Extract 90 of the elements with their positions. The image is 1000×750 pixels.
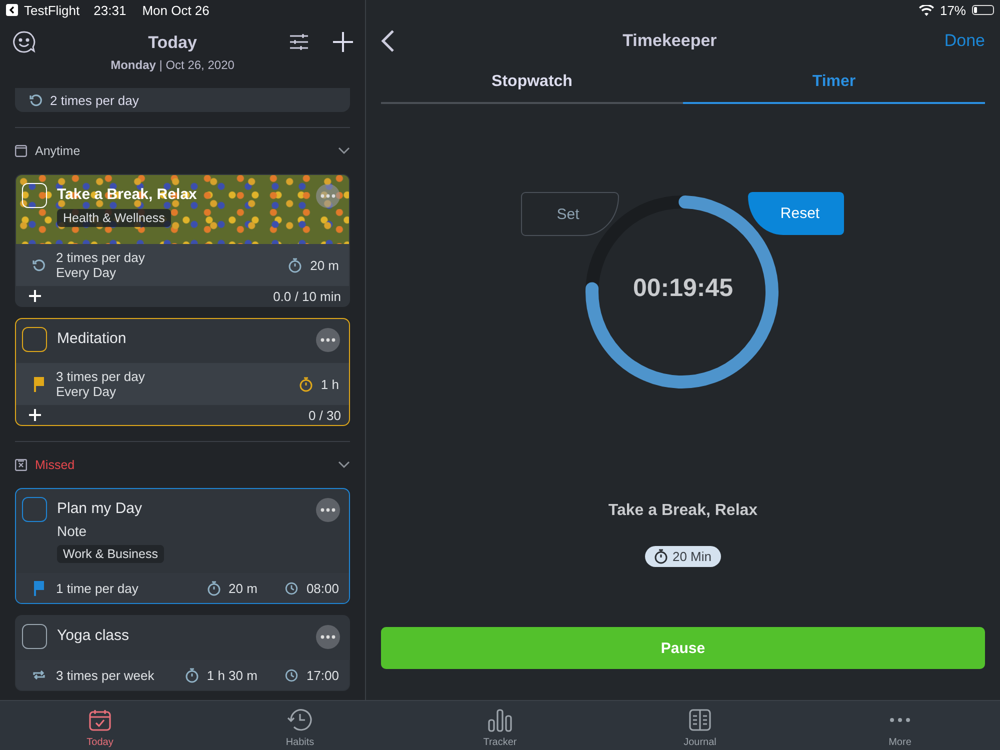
stopwatch-icon [288, 258, 302, 272]
habit-days: Every Day [56, 265, 280, 280]
habit-progress: 0.0 / 10 min [273, 288, 341, 304]
tab-bar-item[interactable]: Today [0, 701, 200, 750]
tab-label: More [888, 737, 912, 748]
more-options-icon[interactable] [315, 624, 341, 650]
pane-title: Today [148, 33, 197, 53]
repeat-icon [32, 258, 46, 272]
tab-label: Habits [286, 737, 314, 748]
clock-icon [285, 582, 298, 594]
stopwatch-icon [654, 549, 668, 564]
habit-checkbox[interactable] [22, 327, 47, 352]
habit-card[interactable]: Take a Break, Relax Health & Wellness 2 times per day Every Day 20 m 0.0 / 10 min [15, 174, 350, 307]
clock-icon [285, 668, 298, 682]
more-options-icon[interactable] [315, 327, 341, 353]
habit-checkbox[interactable] [22, 624, 47, 649]
habit-tag: Health & Wellness [57, 209, 171, 227]
stopwatch-icon [206, 580, 221, 596]
habit-card[interactable]: Meditation 3 times per day Every Day 1 h 0 / 30 [15, 318, 350, 426]
habit-name: Yoga class [57, 627, 129, 644]
plus-icon[interactable] [29, 290, 41, 302]
calendar-check-icon [88, 708, 112, 732]
more-options-icon[interactable] [315, 497, 341, 523]
stopwatch-icon [298, 376, 313, 392]
status-time: 23:31 [94, 2, 126, 18]
habit-frequency: 1 time per day [56, 580, 140, 596]
wifi-icon [918, 4, 934, 16]
tab-bar-item[interactable]: Journal [600, 701, 800, 750]
flag-icon [32, 580, 46, 596]
dialog-title: Timekeeper [622, 31, 718, 51]
habit-tag: Work & Business [57, 545, 164, 563]
flag-icon [32, 376, 46, 392]
mode-tab[interactable]: Timer [683, 62, 985, 104]
history-clock-icon [287, 707, 313, 733]
habit-duration: 20 m [310, 258, 339, 272]
habit-days: Every Day [56, 384, 291, 399]
habit-duration: 1 h 30 m [206, 668, 258, 682]
journal-icon [688, 708, 712, 732]
habit-name: Meditation [57, 330, 126, 347]
duration-label: 20 Min [672, 549, 712, 564]
habit-progress: 0 / 30 [308, 408, 341, 422]
status-date: Mon Oct 26 [142, 2, 210, 18]
habit-name: Plan my Day [57, 500, 142, 517]
habit-duration: 20 m [228, 580, 258, 596]
battery-percent: 17% [940, 2, 966, 18]
section-header[interactable]: Anytime [15, 128, 350, 174]
habit-frequency: 3 times per week [56, 668, 156, 682]
tab-label: Tracker [483, 737, 517, 748]
habit-duration: 1 h [320, 376, 339, 392]
bar-chart-icon [487, 708, 513, 732]
habit-card[interactable]: 2 times per day [15, 88, 350, 112]
stopwatch-icon [184, 668, 199, 682]
habit-frequency: 2 times per day [50, 92, 139, 108]
battery-icon [972, 5, 994, 15]
habit-time: 08:00 [306, 580, 339, 596]
loop-icon [32, 668, 46, 682]
habit-note: Note [57, 523, 87, 539]
more-options-icon[interactable] [315, 183, 341, 209]
tab-label: Journal [684, 737, 716, 748]
habit-checkbox[interactable] [22, 497, 47, 522]
task-name: Take a Break, Relax [607, 502, 759, 520]
done-link[interactable]: Done [944, 31, 985, 51]
habit-frequency: 3 times per day [56, 369, 146, 384]
pane-date: Monday | Oct 26, 2020 [110, 58, 234, 72]
set-button[interactable]: Set [521, 192, 619, 236]
section-label: Missed [35, 458, 75, 472]
smiley-icon[interactable] [12, 30, 36, 54]
tab-bar-item[interactable]: Tracker [400, 701, 600, 750]
filter-sliders-icon[interactable] [289, 32, 309, 52]
habit-name: Take a Break, Relax [57, 186, 197, 203]
more-dots-icon [889, 717, 911, 723]
timer-readout: 00:19:45 [632, 274, 734, 303]
back-app-link[interactable]: TestFlight [24, 2, 80, 18]
calendar-box-icon [15, 145, 27, 157]
reset-button[interactable]: Reset [748, 192, 844, 235]
habit-card[interactable]: Plan my Day Note Work & Business 1 time per day 20 m 08:00 [15, 488, 350, 604]
habit-time: 17:00 [306, 668, 339, 682]
section-label: Anytime [35, 144, 80, 158]
section-header[interactable]: Missed [15, 442, 350, 488]
tab-bar-item[interactable]: Habits [200, 701, 400, 750]
add-icon[interactable] [333, 32, 353, 52]
tab-label: Today [86, 737, 114, 748]
tab-bar-item[interactable]: More [800, 701, 1000, 750]
plus-icon[interactable] [29, 409, 41, 421]
habit-card[interactable]: Yoga class 3 times per week 1 h 30 m 17:00 [15, 615, 350, 691]
habit-frequency: 2 times per day [56, 250, 146, 265]
x-box-icon [15, 459, 27, 471]
back-icon[interactable] [381, 29, 395, 53]
repeat-icon [29, 93, 43, 107]
mode-tab[interactable]: Stopwatch [381, 62, 683, 104]
